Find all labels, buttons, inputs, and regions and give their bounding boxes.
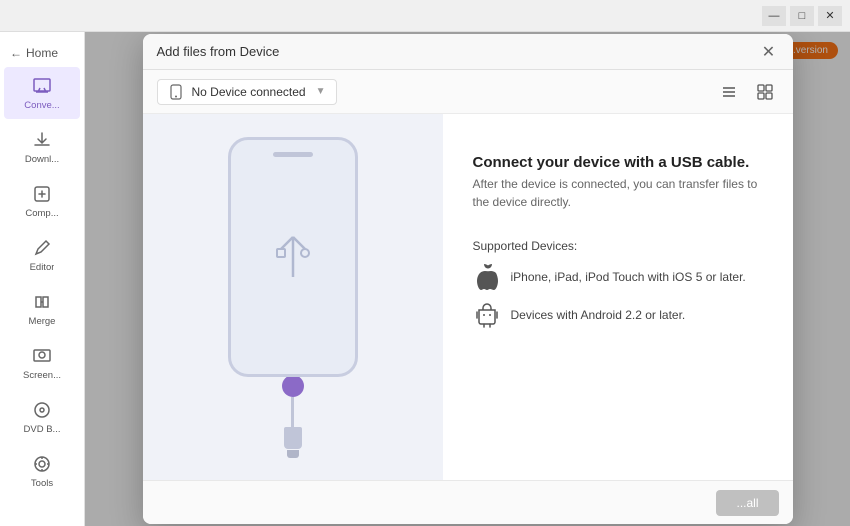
usb-symbol	[269, 227, 317, 287]
title-bar: — □ ✕	[0, 0, 850, 32]
list-view-button[interactable]	[715, 78, 743, 106]
minimize-button[interactable]: —	[762, 6, 786, 26]
dropdown-chevron-icon: ▼	[316, 86, 326, 97]
sidebar-item-merge[interactable]: Merge	[4, 283, 80, 335]
info-area: Connect your device with a USB cable. Af…	[443, 114, 793, 480]
sidebar: ← Home Conve...	[0, 32, 85, 526]
grid-view-button[interactable]	[751, 78, 779, 106]
sidebar-item-editor-label: Editor	[30, 262, 55, 273]
modal-overlay: Add files from Device ✕	[85, 32, 850, 526]
android-icon	[473, 301, 501, 329]
usb-connector-dot	[282, 375, 304, 397]
modal-title: Add files from Device	[157, 44, 759, 59]
sidebar-item-download-label: Downl...	[25, 154, 59, 165]
sidebar-item-merge-label: Merge	[29, 316, 56, 327]
device-item-android: Devices with Android 2.2 or later.	[473, 301, 763, 329]
merge-icon	[31, 291, 53, 313]
connect-title: Connect your device with a USB cable.	[473, 154, 763, 171]
sidebar-item-dvd-label: DVD B...	[24, 424, 61, 435]
sidebar-item-compress-label: Comp...	[25, 208, 58, 219]
screen-icon	[31, 345, 53, 367]
device-select-value: No Device connected	[192, 85, 306, 99]
phone-frame	[228, 137, 358, 377]
sidebar-back-button[interactable]: ← Home	[0, 40, 84, 66]
sidebar-item-dvd[interactable]: DVD B...	[4, 391, 80, 443]
sidebar-item-convert-label: Conve...	[24, 100, 59, 111]
app-body: ← Home Conve...	[0, 32, 850, 526]
device-select-dropdown[interactable]: No Device connected ▼	[157, 79, 337, 105]
supported-label: Supported Devices:	[473, 239, 763, 253]
sidebar-item-screen[interactable]: Screen...	[4, 337, 80, 389]
apple-icon	[473, 263, 501, 291]
grid-view-icon	[757, 84, 773, 100]
phone-illustration	[228, 137, 358, 458]
sidebar-item-screen-label: Screen...	[23, 370, 61, 381]
modal-close-button[interactable]: ✕	[759, 42, 779, 62]
back-arrow-icon: ←	[10, 46, 22, 60]
sidebar-item-tools-label: Tools	[31, 478, 53, 489]
modal-titlebar: Add files from Device ✕	[143, 34, 793, 70]
download-icon	[31, 129, 53, 151]
main-content: ...version Add files from Device ✕	[85, 32, 850, 526]
sidebar-item-editor[interactable]: Editor	[4, 229, 80, 281]
sidebar-item-compress[interactable]: Comp...	[4, 175, 80, 227]
window-controls: — □ ✕	[762, 6, 842, 26]
list-view-icon	[721, 84, 737, 100]
toolbar-right	[715, 78, 779, 106]
connect-desc: After the device is connected, you can t…	[473, 175, 763, 211]
home-label: Home	[26, 46, 58, 60]
modal-footer: ...all	[143, 480, 793, 524]
android-device-text: Devices with Android 2.2 or later.	[511, 308, 686, 322]
modal-toolbar: No Device connected ▼	[143, 70, 793, 114]
modal-body: Connect your device with a USB cable. Af…	[143, 114, 793, 480]
supported-devices-section: Supported Devices: iPhone, iPad, iPod	[473, 227, 763, 329]
compress-icon	[31, 183, 53, 205]
apple-device-text: iPhone, iPad, iPod Touch with iOS 5 or l…	[511, 270, 746, 284]
sidebar-item-download[interactable]: Downl...	[4, 121, 80, 173]
editor-icon	[31, 237, 53, 259]
device-item-apple: iPhone, iPad, iPod Touch with iOS 5 or l…	[473, 263, 763, 291]
tools-icon	[31, 453, 53, 475]
app-close-button[interactable]: ✕	[818, 6, 842, 26]
app-window: — □ ✕ ← Home Conve...	[0, 0, 850, 526]
usb-plug-end	[287, 450, 299, 458]
phone-area	[143, 114, 443, 480]
usb-cable-line	[291, 397, 294, 427]
dvd-icon	[31, 399, 53, 421]
usb-plug-head	[284, 427, 302, 449]
maximize-button[interactable]: □	[790, 6, 814, 26]
add-all-button[interactable]: ...all	[716, 490, 778, 516]
sidebar-item-tools[interactable]: Tools	[4, 445, 80, 497]
device-select-phone-icon	[168, 84, 184, 100]
usb-cable	[282, 375, 304, 458]
sidebar-item-convert[interactable]: Conve...	[4, 67, 80, 119]
modal-dialog: Add files from Device ✕	[143, 34, 793, 524]
convert-icon	[31, 75, 53, 97]
